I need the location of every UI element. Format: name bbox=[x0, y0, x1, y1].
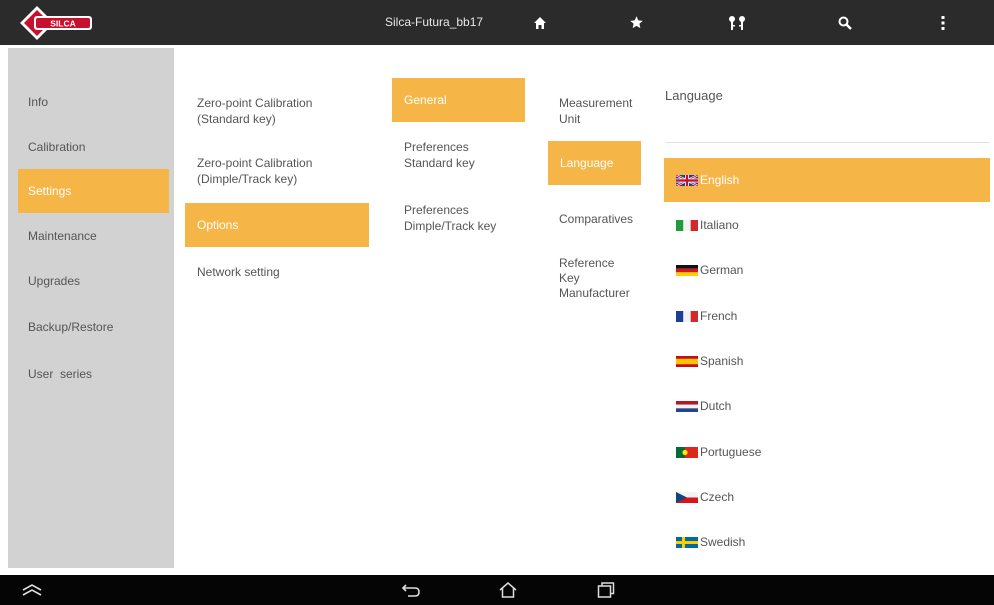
divider bbox=[665, 142, 990, 143]
app-title: Silca-Futura_bb17 bbox=[385, 15, 484, 29]
svg-text:SILCA: SILCA bbox=[50, 19, 76, 29]
menu-network-setting[interactable]: Network setting bbox=[197, 264, 367, 280]
italy-flag-icon bbox=[676, 219, 698, 231]
more-vertical-icon[interactable] bbox=[928, 0, 958, 45]
menu-options[interactable]: Options bbox=[185, 203, 369, 247]
sidebar-item-upgrades[interactable]: Upgrades bbox=[18, 259, 169, 303]
language-label: English bbox=[700, 173, 740, 187]
keys-icon[interactable] bbox=[722, 0, 752, 45]
top-app-bar: SILCA Silca-Futura_bb17 bbox=[0, 0, 994, 45]
netherlands-flag-icon bbox=[676, 400, 698, 412]
menu-general[interactable]: General bbox=[392, 78, 525, 122]
sidebar-item-calibration[interactable]: Calibration bbox=[18, 125, 169, 169]
menu-language[interactable]: Language bbox=[548, 141, 641, 185]
home-outline-icon[interactable] bbox=[493, 575, 523, 605]
sidebar-item-user-series[interactable]: User series bbox=[18, 352, 169, 396]
menu-measurement-unit[interactable]: Measurement Unit bbox=[559, 95, 654, 127]
language-option-portuguese[interactable]: Portuguese bbox=[664, 430, 990, 474]
language-label: Spanish bbox=[700, 354, 744, 368]
language-option-spanish[interactable]: Spanish bbox=[664, 339, 990, 383]
sidebar-item-maintenance[interactable]: Maintenance bbox=[18, 214, 169, 258]
sidebar-item-settings[interactable]: Settings bbox=[18, 169, 169, 213]
uk-flag-icon bbox=[675, 173, 699, 187]
france-flag-icon bbox=[676, 310, 698, 322]
menu-preferences-dimple[interactable]: Preferences Dimple/Track key bbox=[404, 202, 534, 234]
back-icon[interactable] bbox=[396, 575, 426, 605]
language-option-dutch[interactable]: Dutch bbox=[664, 384, 990, 428]
language-label: Italiano bbox=[700, 218, 739, 232]
language-label: German bbox=[700, 263, 744, 277]
home-icon[interactable] bbox=[525, 0, 555, 45]
recent-apps-icon[interactable] bbox=[591, 575, 621, 605]
sweden-flag-icon bbox=[676, 536, 698, 548]
portugal-flag-icon bbox=[676, 446, 698, 458]
menu-zero-point-dimple[interactable]: Zero-point Calibration (Dimple/Track key… bbox=[197, 155, 367, 187]
collapse-icon[interactable] bbox=[17, 575, 47, 605]
menu-comparatives[interactable]: Comparatives bbox=[559, 211, 654, 227]
sidebar-item-info[interactable]: Info bbox=[18, 80, 169, 124]
germany-flag-icon bbox=[676, 264, 698, 276]
system-navigation-bar bbox=[0, 575, 994, 605]
sidebar-item-backup-restore[interactable]: Backup/Restore bbox=[18, 305, 169, 349]
language-option-english[interactable]: English bbox=[664, 158, 990, 202]
czech-flag-icon bbox=[676, 491, 698, 503]
language-option-italiano[interactable]: Italiano bbox=[664, 203, 990, 247]
menu-reference-key-manufacturer[interactable]: Reference Key Manufacturer bbox=[559, 256, 654, 301]
menu-preferences-standard[interactable]: Preferences Standard key bbox=[404, 139, 534, 171]
silca-logo: SILCA bbox=[18, 4, 96, 42]
language-label: Swedish bbox=[700, 535, 746, 549]
sidebar: Info Calibration Settings Maintenance Up… bbox=[8, 48, 174, 568]
language-header: Language bbox=[665, 88, 723, 103]
language-option-french[interactable]: French bbox=[664, 294, 990, 338]
language-label: French bbox=[700, 309, 738, 323]
language-label: Czech bbox=[700, 490, 735, 504]
star-icon[interactable] bbox=[621, 0, 651, 45]
language-label: Dutch bbox=[700, 399, 732, 413]
language-option-swedish[interactable]: Swedish bbox=[664, 520, 990, 564]
language-option-czech[interactable]: Czech bbox=[664, 475, 990, 519]
language-option-german[interactable]: German bbox=[664, 248, 990, 292]
language-label: Portuguese bbox=[700, 445, 762, 459]
spain-flag-icon bbox=[676, 355, 698, 367]
menu-zero-point-standard[interactable]: Zero-point Calibration (Standard key) bbox=[197, 95, 367, 127]
search-icon[interactable] bbox=[830, 0, 860, 45]
